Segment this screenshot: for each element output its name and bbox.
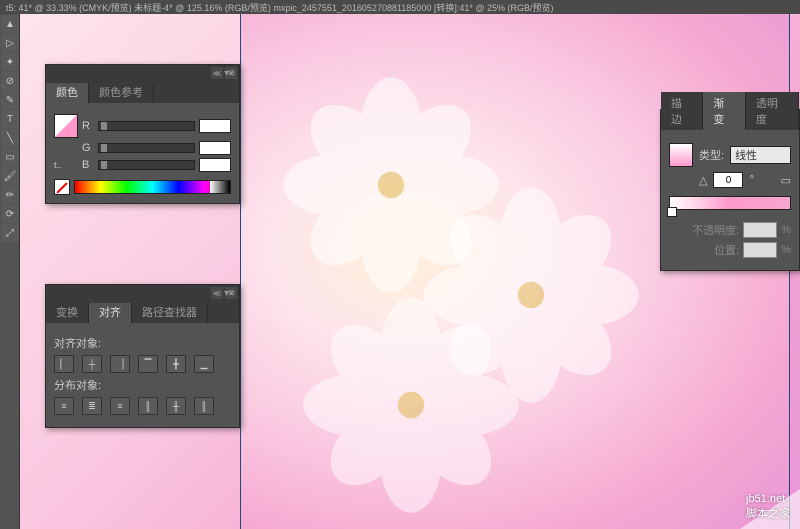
align-left-button[interactable]: ▏ xyxy=(54,355,74,373)
tab-transform[interactable]: 变换 xyxy=(46,301,89,323)
slider-b[interactable] xyxy=(98,160,195,170)
angle-unit: ° xyxy=(749,174,753,186)
slider-g[interactable] xyxy=(98,143,195,153)
align-bottom-button[interactable]: ▁ xyxy=(194,355,214,373)
rect-icon[interactable]: ▭ xyxy=(1,148,19,166)
tab-gradient[interactable]: 渐变 xyxy=(703,92,745,130)
align-objects-label: 对齐对象: xyxy=(54,335,231,351)
lasso-icon[interactable]: ⊘ xyxy=(1,72,19,90)
angle-icon: △ xyxy=(699,174,707,187)
selection-icon[interactable]: ▲ xyxy=(1,15,19,33)
align-panel-body: 对齐对象: ▏ ┼ ▕ ▔ ╋ ▁ 分布对象: ≡ ≣ ≡ xyxy=(46,323,239,427)
input-g[interactable] xyxy=(199,141,231,155)
panel-menu-icon[interactable]: ▾≡ xyxy=(224,68,235,79)
rotate-icon[interactable]: ⟳ xyxy=(1,205,19,223)
dist-bottom-button[interactable]: ≡ xyxy=(110,397,130,415)
panel-header[interactable]: ≪✕ xyxy=(46,285,239,303)
align-vcenter-button[interactable]: ╋ xyxy=(166,355,186,373)
direct-select-icon[interactable]: ▷ xyxy=(1,34,19,52)
gradient-panel-body: 类型: 线性 △ ° ▭ 不透明度: % 位置 xyxy=(661,130,799,270)
color-panel: ≪✕ 颜色 颜色参考 ▾≡ R G xyxy=(45,64,240,204)
tab-color-guide[interactable]: 颜色参考 xyxy=(89,81,154,103)
tools-panel: ▲ ▷ ✦ ⊘ ✎ T ╲ ▭ 🖌 ✏ ⟳ ⤢ xyxy=(0,14,20,529)
color-panel-body: R G t.. B xyxy=(46,103,239,203)
position-unit: % xyxy=(781,244,791,256)
opacity-label: 不透明度: xyxy=(692,222,739,238)
pen-icon[interactable]: ✎ xyxy=(1,91,19,109)
gradient-panel-tabs: 描边 渐变 透明度 xyxy=(661,110,799,130)
tab-stroke[interactable]: 描边 xyxy=(661,92,703,130)
gradient-type-select[interactable]: 线性 xyxy=(730,146,791,164)
distribute-objects-label: 分布对象: xyxy=(54,377,231,393)
slider-r[interactable] xyxy=(98,121,195,131)
overflow-prefix: t.. xyxy=(54,160,66,170)
workspace: ▲ ▷ ✦ ⊘ ✎ T ╲ ▭ 🖌 ✏ ⟳ ⤢ ≪✕ 颜色 颜色参考 ▾≡ xyxy=(0,14,800,529)
align-panel-tabs: 变换 对齐 路径查找器 ▾≡ xyxy=(46,303,239,323)
collapse-icon[interactable]: ≪ xyxy=(211,67,223,79)
wand-icon[interactable]: ✦ xyxy=(1,53,19,71)
position-label: 位置: xyxy=(714,242,739,258)
tab-opacity[interactable]: 透明度 xyxy=(746,92,799,130)
gradient-type-label: 类型: xyxy=(699,147,724,163)
gradient-ramp[interactable] xyxy=(669,196,791,210)
fill-stroke-swatch[interactable] xyxy=(54,114,78,138)
dist-hcenter-button[interactable]: ╫ xyxy=(166,397,186,415)
channel-r-label: R xyxy=(82,120,94,132)
line-icon[interactable]: ╲ xyxy=(1,129,19,147)
color-spectrum[interactable] xyxy=(74,180,231,194)
gradient-opacity-input[interactable] xyxy=(743,222,777,238)
dist-right-button[interactable]: ║ xyxy=(194,397,214,415)
none-swatch[interactable] xyxy=(54,179,70,195)
watermark: jb51.net 脚本之家 xyxy=(746,493,790,521)
flower-artwork xyxy=(301,295,521,515)
dist-vcenter-button[interactable]: ≣ xyxy=(82,397,102,415)
type-icon[interactable]: T xyxy=(1,110,19,128)
channel-b-label: B xyxy=(82,159,94,171)
tab-align[interactable]: 对齐 xyxy=(89,301,132,323)
canvas-area[interactable]: ≪✕ 颜色 颜色参考 ▾≡ R G xyxy=(20,14,800,529)
dist-left-button[interactable]: ║ xyxy=(138,397,158,415)
brush-icon[interactable]: 🖌 xyxy=(1,167,19,185)
align-hcenter-button[interactable]: ┼ xyxy=(82,355,102,373)
color-panel-tabs: 颜色 颜色参考 ▾≡ xyxy=(46,83,239,103)
panel-header[interactable]: ≪✕ xyxy=(46,65,239,83)
watermark-name: 脚本之家 xyxy=(746,505,790,521)
gradient-angle-input[interactable] xyxy=(713,172,743,188)
collapse-icon[interactable]: ≪ xyxy=(211,287,223,299)
gradient-position-input[interactable] xyxy=(743,242,777,258)
document-titlebar: t5: 41* @ 33.33% (CMYK/预览) 未标题-4* @ 125.… xyxy=(0,0,800,14)
channel-g-label: G xyxy=(82,142,94,154)
aspect-icon: ▭ xyxy=(781,174,791,187)
gradient-swatch[interactable] xyxy=(669,143,693,167)
pencil-icon[interactable]: ✏ xyxy=(1,186,19,204)
dist-top-button[interactable]: ≡ xyxy=(54,397,74,415)
gradient-panel: 描边 渐变 透明度 类型: 线性 △ ° ▭ xyxy=(660,109,800,271)
input-r[interactable] xyxy=(199,119,231,133)
input-b[interactable] xyxy=(199,158,231,172)
align-top-button[interactable]: ▔ xyxy=(138,355,158,373)
panel-menu-icon[interactable]: ▾≡ xyxy=(224,288,235,299)
watermark-url: jb51.net xyxy=(746,493,790,505)
align-panel: ≪✕ 变换 对齐 路径查找器 ▾≡ 对齐对象: ▏ ┼ ▕ ▔ ╋ ▁ xyxy=(45,284,240,428)
tab-pathfinder[interactable]: 路径查找器 xyxy=(132,301,208,323)
opacity-unit: % xyxy=(781,224,791,236)
align-right-button[interactable]: ▕ xyxy=(110,355,130,373)
tab-color[interactable]: 颜色 xyxy=(46,81,89,103)
scale-icon[interactable]: ⤢ xyxy=(1,224,19,242)
